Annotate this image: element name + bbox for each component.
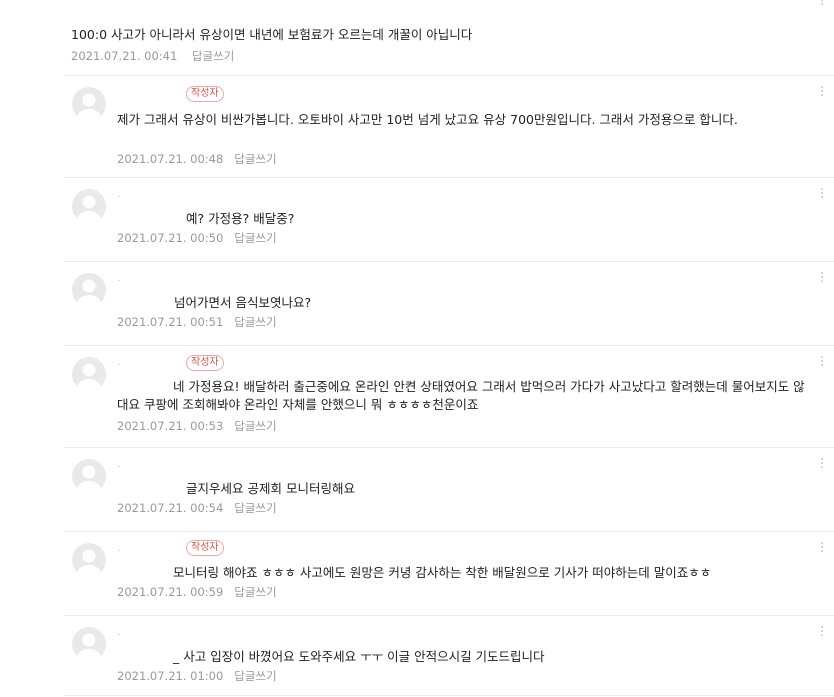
reply-meta: 2021.07.21. 00:51 답글쓰기 — [117, 314, 277, 330]
reply-button[interactable]: 답글쓰기 — [234, 152, 276, 166]
reply-meta: 2021.07.21. 01:00 답글쓰기 — [117, 668, 277, 684]
divider — [64, 531, 834, 532]
nickname-redacted[interactable] — [118, 275, 166, 287]
reply-button[interactable]: 답글쓰기 — [234, 231, 276, 245]
nickname-redacted[interactable] — [118, 191, 166, 203]
avatar[interactable] — [72, 189, 106, 223]
reply-date: 2021.07.21. 00:59 — [117, 585, 224, 599]
divider — [64, 447, 834, 448]
reply-text: 모니터링 해야죠 ㅎㅎㅎ 사고에도 원망은 커녕 감사하는 착한 배달원으로 기… — [173, 565, 712, 580]
comment-text: 100:0 사고가 아니라서 유상이면 내년에 보험료가 오르는데 개꿀이 아닙… — [71, 27, 473, 42]
author-badge: 작성자 — [186, 355, 224, 371]
divider — [64, 345, 834, 346]
nickname-redacted[interactable] — [118, 359, 166, 371]
author-badge: 작성자 — [186, 540, 224, 556]
comment-meta: 2021.07.21. 00:41 답글쓰기 — [71, 48, 234, 64]
divider — [64, 261, 834, 262]
more-options-icon[interactable]: · · · — [820, 622, 826, 643]
nickname-redacted[interactable] — [118, 545, 166, 557]
divider — [64, 177, 834, 178]
reply-date: 2021.07.21. 00:53 — [117, 419, 224, 433]
avatar[interactable] — [72, 543, 106, 577]
avatar[interactable] — [72, 357, 106, 391]
divider — [64, 695, 834, 696]
reply-date: 2021.07.21. 01:00 — [117, 669, 224, 683]
reply-button[interactable]: 답글쓰기 — [234, 501, 276, 515]
avatar[interactable] — [72, 627, 106, 661]
reply-button[interactable]: 답글쓰기 — [234, 669, 276, 683]
reply-text: 넘어가면서 음식보엿나요? — [174, 295, 312, 310]
avatar[interactable] — [72, 459, 106, 493]
divider — [64, 615, 834, 616]
reply-date: 2021.07.21. 00:48 — [117, 152, 224, 166]
reply-date: 2021.07.21. 00:51 — [117, 315, 224, 329]
avatar[interactable] — [72, 273, 106, 307]
more-options-icon[interactable]: · · — [820, 0, 826, 12]
reply-button[interactable]: 답글쓰기 — [234, 315, 276, 329]
reply-date: 2021.07.21. 00:54 — [117, 501, 224, 515]
comment-date: 2021.07.21. 00:41 — [71, 49, 178, 63]
reply-button[interactable]: 답글쓰기 — [192, 49, 234, 63]
more-options-icon[interactable]: · · · — [820, 352, 826, 373]
reply-text: 예? 가정용? 배달중? — [186, 211, 295, 226]
divider — [64, 75, 834, 76]
reply-button[interactable]: 답글쓰기 — [234, 585, 276, 599]
more-options-icon[interactable]: · · · — [820, 454, 826, 475]
reply-meta: 2021.07.21. 00:50 답글쓰기 — [117, 230, 277, 246]
more-options-icon[interactable]: · · · — [820, 82, 826, 103]
reply-button[interactable]: 답글쓰기 — [234, 419, 276, 433]
nickname-redacted[interactable] — [118, 629, 166, 641]
reply-date: 2021.07.21. 00:50 — [117, 231, 224, 245]
reply-text: _ 사고 입장이 바꼈어요 도와주세요 ㅜㅜ 이글 안적으시길 기도드립니다 — [173, 649, 545, 664]
reply-meta: 2021.07.21. 00:54 답글쓰기 — [117, 500, 277, 516]
reply-meta: 2021.07.21. 00:48 답글쓰기 — [117, 151, 277, 167]
avatar[interactable] — [72, 87, 106, 121]
more-options-icon[interactable]: · · · — [820, 538, 826, 559]
more-options-icon[interactable]: · · · — [820, 268, 826, 289]
reply-text: 제가 그래서 유상이 비싼가봅니다. 오토바이 사고만 10번 넘게 났고요 유… — [117, 112, 738, 127]
nickname-redacted[interactable] — [118, 461, 166, 473]
top-comment: 100:0 사고가 아니라서 유상이면 내년에 보험료가 오르는데 개꿀이 아닙… — [0, 0, 834, 75]
reply-text: 글지우세요 공제회 모니터링해요 — [186, 481, 355, 496]
more-options-icon[interactable]: · · · — [820, 184, 826, 205]
reply-meta: 2021.07.21. 00:59 답글쓰기 — [117, 584, 277, 600]
reply-text: 네 가정용요! 배달하러 출근중에요 온라인 안켠 상태였어요 그래서 밥먹으러… — [117, 379, 805, 412]
reply-meta: 2021.07.21. 00:53 답글쓰기 — [117, 418, 277, 434]
author-badge: 작성자 — [186, 86, 224, 102]
